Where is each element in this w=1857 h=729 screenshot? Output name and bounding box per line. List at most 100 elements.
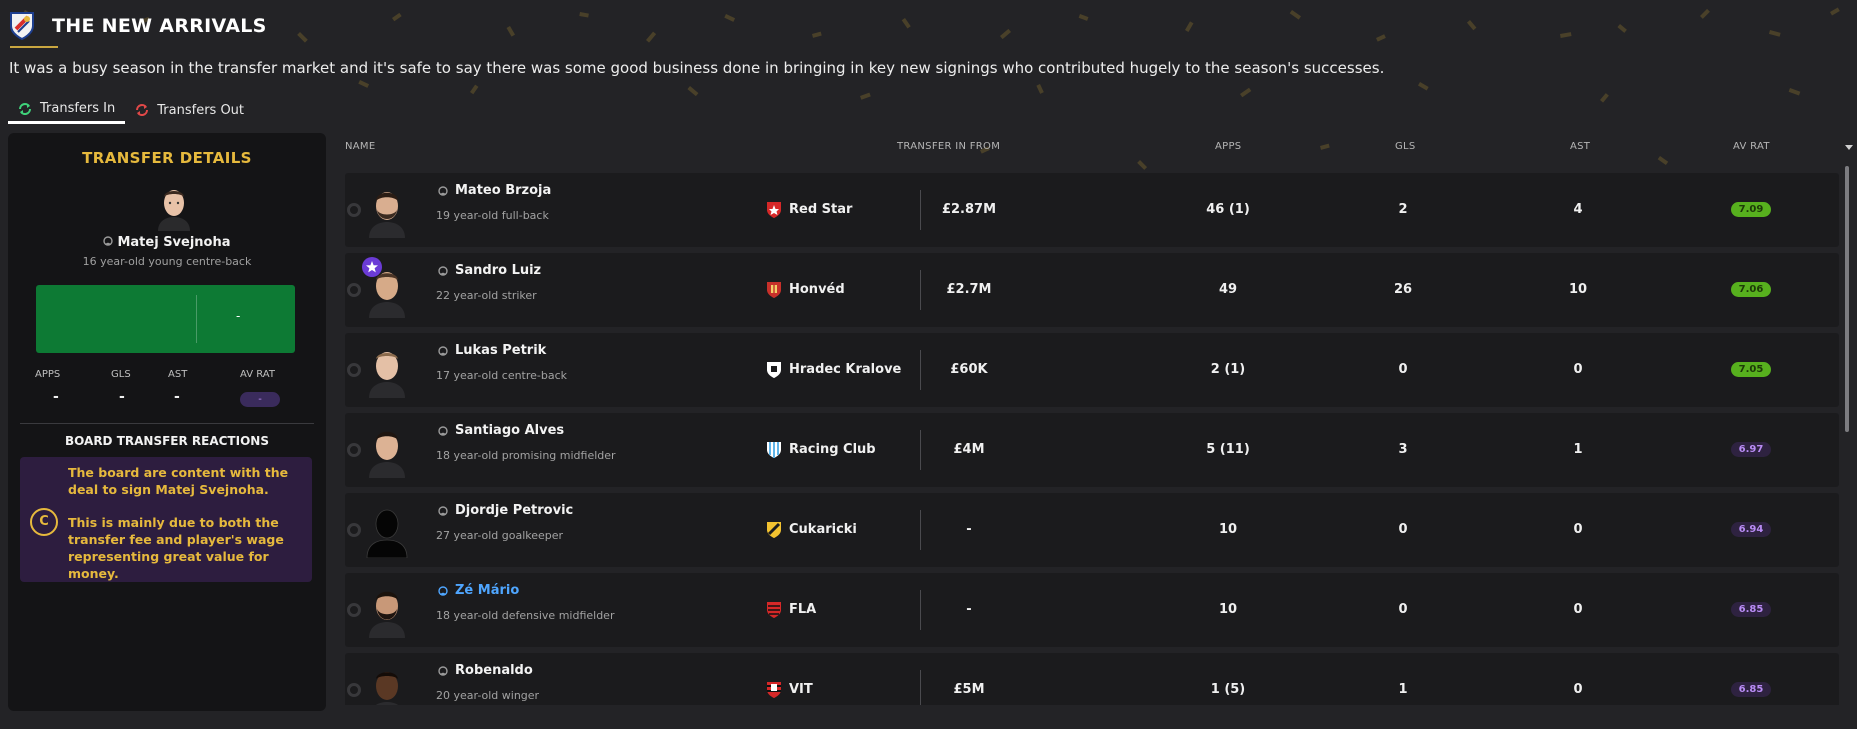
board-grade-badge: C [30,508,58,536]
assists-value: 0 [1573,602,1583,617]
tab-transfers-in[interactable]: Transfers In [8,96,126,124]
focus-player-name[interactable]: Matej Svejnoha [8,235,326,250]
rating-badge: 7.09 [1731,202,1771,217]
panel-title: TRANSFER DETAILS [82,149,252,167]
person-icon [438,506,448,516]
column-header-ast[interactable]: AST [1570,141,1590,152]
column-divider [920,270,921,310]
tab-transfers-out[interactable]: Transfers Out [125,96,254,124]
person-icon [438,426,448,436]
row-select-radio[interactable] [347,443,361,457]
apps-value: 10 [1218,602,1238,617]
page-subtitle: It was a busy season in the transfer mar… [9,59,1385,77]
player-name[interactable]: Sandro Luiz [455,263,541,278]
club-name[interactable]: Hradec Kralove [789,362,901,377]
column-header-gls[interactable]: GLS [1395,141,1416,152]
transfer-fee-box: - [36,285,295,353]
row-select-radio[interactable] [347,203,361,217]
row-select-radio[interactable] [347,363,361,377]
stat-value-ast: - [174,389,180,405]
apps-value: 5 (11) [1206,442,1250,457]
assists-value: 10 [1568,282,1588,297]
club-name[interactable]: Cukaricki [789,522,857,537]
table-row[interactable]: Zé Mário 18 year-old defensive midfielde… [345,573,1839,647]
row-select-radio[interactable] [347,283,361,297]
board-reaction-box: C The board are content with the deal to… [20,457,312,582]
column-header-name[interactable]: NAME [345,141,375,152]
player-name[interactable]: Santiago Alves [455,423,564,438]
person-icon [438,186,448,196]
assists-value: 0 [1573,682,1583,697]
stat-value-avrat: - [240,392,280,407]
page-title: THE NEW ARRIVALS [52,15,267,37]
club-name[interactable]: Racing Club [789,442,876,457]
transfer-tabs: Transfers In Transfers Out [8,96,254,124]
player-name[interactable]: Mateo Brzoja [455,183,551,198]
title-underline [10,46,58,48]
honved-badge-icon [767,282,781,298]
column-header-apps[interactable]: APPS [1215,141,1241,152]
player-desc: 18 year-old defensive midfielder [436,609,615,622]
table-row[interactable]: Santiago Alves 18 year-old promising mid… [345,413,1839,487]
person-icon [438,586,448,596]
rating-badge: 6.97 [1731,442,1771,457]
player-desc: 20 year-old winger [436,689,540,702]
flamengo-badge-icon [767,602,781,618]
row-select-radio[interactable] [347,523,361,537]
fee-box-divider [196,295,197,343]
row-select-radio[interactable] [347,683,361,697]
vitoria-badge-icon [767,682,781,698]
column-header-from[interactable]: TRANSFER IN FROM [897,141,1000,152]
player-desc: 19 year-old full-back [436,209,549,222]
tab-transfers-in-label: Transfers In [40,101,116,116]
club-name[interactable]: Red Star [789,202,852,217]
club-name[interactable]: VIT [789,682,813,697]
sort-desc-icon[interactable] [1845,145,1853,150]
table-scrollbar[interactable] [1845,166,1849,432]
stat-label-apps: APPS [35,369,61,380]
club-name[interactable]: FLA [789,602,816,617]
apps-value: 10 [1218,522,1238,537]
player-name[interactable]: Lukas Petrik [455,343,546,358]
player-face-icon [369,192,405,238]
column-header-avrat[interactable]: AV RAT [1733,141,1770,152]
apps-value: 1 (5) [1210,682,1246,697]
hradec-kralove-badge-icon [767,362,781,378]
table-row[interactable]: Lukas Petrik 17 year-old centre-back Hra… [345,333,1839,407]
table-row[interactable]: Mateo Brzoja 19 year-old full-back Red S… [345,173,1839,247]
column-divider [920,510,921,550]
table-row[interactable]: Djordje Petrovic 27 year-old goalkeeper … [345,493,1839,567]
player-name[interactable]: Robenaldo [455,663,533,678]
apps-value: 49 [1218,282,1238,297]
goals-value: 0 [1398,602,1408,617]
transfer-fee: - [966,522,972,537]
table-header: NAME TRANSFER IN FROM APPS GLS AST AV RA… [345,141,1853,155]
rating-badge: 6.94 [1731,522,1771,537]
apps-value: 46 (1) [1206,202,1250,217]
player-name-link[interactable]: Zé Mário [455,583,519,598]
racing-club-badge-icon [767,442,781,458]
table-row[interactable]: Robenaldo 20 year-old winger VIT £5M 1 (… [345,653,1839,705]
board-reactions-title: BOARD TRANSFER REACTIONS [65,434,269,448]
goals-value: 0 [1398,362,1408,377]
column-divider [920,590,921,630]
table-row[interactable]: Sandro Luiz 22 year-old striker Honvéd £… [345,253,1839,327]
player-face-icon[interactable] [152,183,196,231]
row-select-radio[interactable] [347,603,361,617]
player-name[interactable]: Djordje Petrovic [455,503,573,518]
player-desc: 27 year-old goalkeeper [436,529,564,542]
board-reaction-text: The board are content with the deal to s… [68,464,304,582]
player-silhouette-icon [366,509,408,558]
person-icon [438,666,448,676]
star-icon [362,257,382,277]
cukaricki-badge-icon [767,522,781,538]
stat-label-avrat: AV RAT [240,369,275,380]
rating-badge: 7.06 [1731,282,1771,297]
column-divider [920,430,921,470]
fee-value: - [236,309,241,323]
transfers-table: Mateo Brzoja 19 year-old full-back Red S… [345,173,1839,705]
transfer-details-panel: TRANSFER DETAILS Matej Svejnoha 16 year-… [8,133,326,711]
player-desc: 18 year-old promising midfielder [436,449,616,462]
assists-value: 0 [1573,362,1583,377]
club-name[interactable]: Honvéd [789,282,845,297]
